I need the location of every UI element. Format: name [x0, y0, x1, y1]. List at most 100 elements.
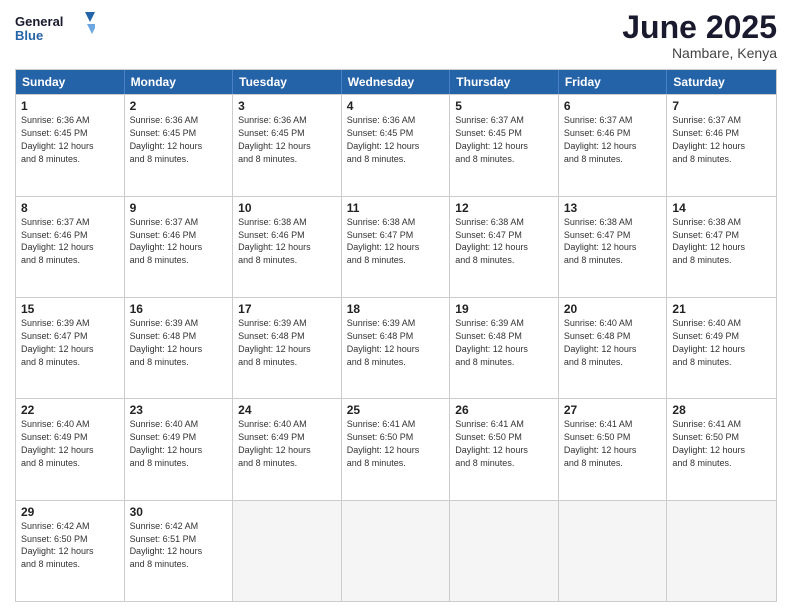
cell-info: Sunrise: 6:41 AMSunset: 6:50 PMDaylight:… — [455, 419, 528, 467]
title-block: June 2025 Nambare, Kenya — [622, 10, 777, 61]
calendar-row-4: 29 Sunrise: 6:42 AMSunset: 6:50 PMDaylig… — [16, 500, 776, 601]
cell-info: Sunrise: 6:40 AMSunset: 6:49 PMDaylight:… — [21, 419, 94, 467]
calendar-row-1: 8 Sunrise: 6:37 AMSunset: 6:46 PMDayligh… — [16, 196, 776, 297]
day-number: 17 — [238, 301, 336, 317]
calendar-cell-3-5: 27 Sunrise: 6:41 AMSunset: 6:50 PMDaylig… — [559, 399, 668, 499]
cell-info: Sunrise: 6:41 AMSunset: 6:50 PMDaylight:… — [347, 419, 420, 467]
calendar-cell-1-3: 11 Sunrise: 6:38 AMSunset: 6:47 PMDaylig… — [342, 197, 451, 297]
day-number: 8 — [21, 200, 119, 216]
calendar-cell-2-2: 17 Sunrise: 6:39 AMSunset: 6:48 PMDaylig… — [233, 298, 342, 398]
calendar-header: Sunday Monday Tuesday Wednesday Thursday… — [16, 70, 776, 94]
day-number: 21 — [672, 301, 771, 317]
cell-info: Sunrise: 6:41 AMSunset: 6:50 PMDaylight:… — [672, 419, 745, 467]
cell-info: Sunrise: 6:37 AMSunset: 6:46 PMDaylight:… — [564, 115, 637, 163]
cell-info: Sunrise: 6:38 AMSunset: 6:46 PMDaylight:… — [238, 217, 311, 265]
header-monday: Monday — [125, 70, 234, 94]
cell-info: Sunrise: 6:36 AMSunset: 6:45 PMDaylight:… — [347, 115, 420, 163]
calendar-cell-2-1: 16 Sunrise: 6:39 AMSunset: 6:48 PMDaylig… — [125, 298, 234, 398]
calendar-cell-0-5: 6 Sunrise: 6:37 AMSunset: 6:46 PMDayligh… — [559, 95, 668, 195]
cell-info: Sunrise: 6:38 AMSunset: 6:47 PMDaylight:… — [347, 217, 420, 265]
calendar-cell-3-3: 25 Sunrise: 6:41 AMSunset: 6:50 PMDaylig… — [342, 399, 451, 499]
day-number: 12 — [455, 200, 553, 216]
day-number: 18 — [347, 301, 445, 317]
location: Nambare, Kenya — [622, 45, 777, 61]
calendar-cell-3-4: 26 Sunrise: 6:41 AMSunset: 6:50 PMDaylig… — [450, 399, 559, 499]
calendar-cell-3-0: 22 Sunrise: 6:40 AMSunset: 6:49 PMDaylig… — [16, 399, 125, 499]
calendar-cell-4-6 — [667, 501, 776, 601]
day-number: 1 — [21, 98, 119, 114]
calendar-cell-2-5: 20 Sunrise: 6:40 AMSunset: 6:48 PMDaylig… — [559, 298, 668, 398]
cell-info: Sunrise: 6:39 AMSunset: 6:47 PMDaylight:… — [21, 318, 94, 366]
logo: General Blue — [15, 10, 95, 50]
calendar-cell-4-4 — [450, 501, 559, 601]
cell-info: Sunrise: 6:36 AMSunset: 6:45 PMDaylight:… — [130, 115, 203, 163]
day-number: 20 — [564, 301, 662, 317]
header-saturday: Saturday — [667, 70, 776, 94]
cell-info: Sunrise: 6:38 AMSunset: 6:47 PMDaylight:… — [564, 217, 637, 265]
day-number: 4 — [347, 98, 445, 114]
calendar-cell-0-3: 4 Sunrise: 6:36 AMSunset: 6:45 PMDayligh… — [342, 95, 451, 195]
cell-info: Sunrise: 6:38 AMSunset: 6:47 PMDaylight:… — [455, 217, 528, 265]
calendar-cell-1-4: 12 Sunrise: 6:38 AMSunset: 6:47 PMDaylig… — [450, 197, 559, 297]
header-wednesday: Wednesday — [342, 70, 451, 94]
cell-info: Sunrise: 6:37 AMSunset: 6:46 PMDaylight:… — [672, 115, 745, 163]
day-number: 14 — [672, 200, 771, 216]
day-number: 5 — [455, 98, 553, 114]
calendar-cell-1-2: 10 Sunrise: 6:38 AMSunset: 6:46 PMDaylig… — [233, 197, 342, 297]
cell-info: Sunrise: 6:42 AMSunset: 6:50 PMDaylight:… — [21, 521, 94, 569]
day-number: 27 — [564, 402, 662, 418]
day-number: 23 — [130, 402, 228, 418]
day-number: 9 — [130, 200, 228, 216]
calendar-cell-1-0: 8 Sunrise: 6:37 AMSunset: 6:46 PMDayligh… — [16, 197, 125, 297]
calendar-cell-0-1: 2 Sunrise: 6:36 AMSunset: 6:45 PMDayligh… — [125, 95, 234, 195]
calendar-cell-1-6: 14 Sunrise: 6:38 AMSunset: 6:47 PMDaylig… — [667, 197, 776, 297]
day-number: 28 — [672, 402, 771, 418]
day-number: 3 — [238, 98, 336, 114]
cell-info: Sunrise: 6:39 AMSunset: 6:48 PMDaylight:… — [130, 318, 203, 366]
calendar-cell-4-5 — [559, 501, 668, 601]
cell-info: Sunrise: 6:38 AMSunset: 6:47 PMDaylight:… — [672, 217, 745, 265]
header-tuesday: Tuesday — [233, 70, 342, 94]
day-number: 2 — [130, 98, 228, 114]
header: General Blue June 2025 Nambare, Kenya — [15, 10, 777, 61]
calendar-row-0: 1 Sunrise: 6:36 AMSunset: 6:45 PMDayligh… — [16, 94, 776, 195]
calendar-row-3: 22 Sunrise: 6:40 AMSunset: 6:49 PMDaylig… — [16, 398, 776, 499]
calendar-cell-0-0: 1 Sunrise: 6:36 AMSunset: 6:45 PMDayligh… — [16, 95, 125, 195]
svg-text:Blue: Blue — [15, 28, 43, 43]
calendar-cell-2-6: 21 Sunrise: 6:40 AMSunset: 6:49 PMDaylig… — [667, 298, 776, 398]
month-title: June 2025 — [622, 10, 777, 45]
header-sunday: Sunday — [16, 70, 125, 94]
cell-info: Sunrise: 6:37 AMSunset: 6:45 PMDaylight:… — [455, 115, 528, 163]
cell-info: Sunrise: 6:36 AMSunset: 6:45 PMDaylight:… — [21, 115, 94, 163]
day-number: 7 — [672, 98, 771, 114]
cell-info: Sunrise: 6:40 AMSunset: 6:49 PMDaylight:… — [130, 419, 203, 467]
day-number: 24 — [238, 402, 336, 418]
cell-info: Sunrise: 6:41 AMSunset: 6:50 PMDaylight:… — [564, 419, 637, 467]
calendar-cell-3-1: 23 Sunrise: 6:40 AMSunset: 6:49 PMDaylig… — [125, 399, 234, 499]
calendar-row-2: 15 Sunrise: 6:39 AMSunset: 6:47 PMDaylig… — [16, 297, 776, 398]
day-number: 30 — [130, 504, 228, 520]
cell-info: Sunrise: 6:39 AMSunset: 6:48 PMDaylight:… — [347, 318, 420, 366]
calendar-cell-1-1: 9 Sunrise: 6:37 AMSunset: 6:46 PMDayligh… — [125, 197, 234, 297]
day-number: 19 — [455, 301, 553, 317]
day-number: 16 — [130, 301, 228, 317]
cell-info: Sunrise: 6:37 AMSunset: 6:46 PMDaylight:… — [130, 217, 203, 265]
calendar-cell-2-0: 15 Sunrise: 6:39 AMSunset: 6:47 PMDaylig… — [16, 298, 125, 398]
day-number: 10 — [238, 200, 336, 216]
calendar-cell-3-6: 28 Sunrise: 6:41 AMSunset: 6:50 PMDaylig… — [667, 399, 776, 499]
calendar-cell-4-2 — [233, 501, 342, 601]
calendar-cell-0-6: 7 Sunrise: 6:37 AMSunset: 6:46 PMDayligh… — [667, 95, 776, 195]
cell-info: Sunrise: 6:42 AMSunset: 6:51 PMDaylight:… — [130, 521, 203, 569]
cell-info: Sunrise: 6:37 AMSunset: 6:46 PMDaylight:… — [21, 217, 94, 265]
calendar-cell-4-3 — [342, 501, 451, 601]
logo-svg: General Blue — [15, 10, 95, 50]
page: General Blue June 2025 Nambare, Kenya Su… — [0, 0, 792, 612]
header-thursday: Thursday — [450, 70, 559, 94]
calendar-cell-0-4: 5 Sunrise: 6:37 AMSunset: 6:45 PMDayligh… — [450, 95, 559, 195]
header-friday: Friday — [559, 70, 668, 94]
day-number: 26 — [455, 402, 553, 418]
cell-info: Sunrise: 6:36 AMSunset: 6:45 PMDaylight:… — [238, 115, 311, 163]
day-number: 22 — [21, 402, 119, 418]
day-number: 11 — [347, 200, 445, 216]
calendar-cell-2-3: 18 Sunrise: 6:39 AMSunset: 6:48 PMDaylig… — [342, 298, 451, 398]
